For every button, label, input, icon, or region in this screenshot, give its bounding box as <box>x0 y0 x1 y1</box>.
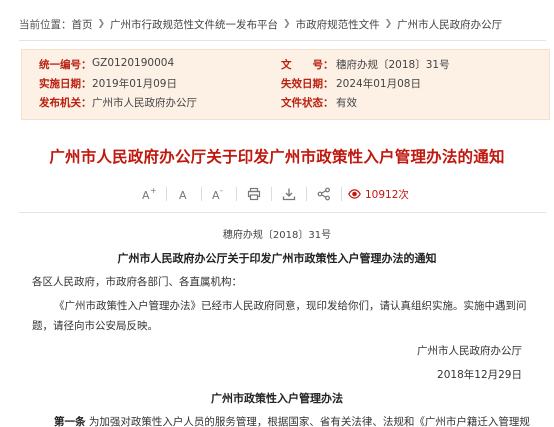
issuer-label: 发布机关： <box>39 97 92 109</box>
font-reset-button[interactable]: A <box>167 184 201 204</box>
paragraph-line: 《广州市政策性入户管理办法》已经市人民政府同意，现印发给你们，请认真组织实施。实… <box>54 300 527 312</box>
breadcrumb-divider <box>19 40 546 41</box>
status-label: 文件状态： <box>281 97 334 109</box>
download-button[interactable] <box>272 184 306 204</box>
metadata-row: 发布机关： 广州市人民政府办公厅 文件状态： 有效 <box>22 95 549 113</box>
print-button[interactable] <box>237 184 271 204</box>
article-line: 第一条 为加强对政策性入户人员的服务管理，根据国家、省有关法律、法规和《广州市户… <box>54 414 530 427</box>
svg-text:+: + <box>150 187 157 195</box>
view-count: 10912次 <box>348 187 409 202</box>
breadcrumb-category-link[interactable]: 市政府规范性文件 <box>296 17 380 32</box>
breadcrumb-separator-icon: ❯ <box>97 19 106 29</box>
paragraph-line: 题，请径向市公安局反映。 <box>32 320 158 332</box>
article-text: 为加强对政策性入户人员的服务管理，根据国家、省有关法律、法规和《广州市户籍迁入管… <box>88 416 530 427</box>
font-decrease-button[interactable]: A- <box>202 184 236 204</box>
metadata-row: 实施日期： 2019年01月09日 失效日期： 2024年01月08日 <box>22 76 549 94</box>
printer-icon <box>247 187 261 201</box>
status-value: 有效 <box>336 97 357 109</box>
download-icon <box>282 188 296 201</box>
effective-date-value: 2019年01月09日 <box>92 78 177 90</box>
document-metadata-panel: 统一编号： GZ0120190004 文 号： 穗府办规〔2018〕31号 实施… <box>21 49 550 120</box>
toolbar-divider <box>341 187 342 201</box>
notice-title: 广州市人民政府办公厅关于印发广州市政策性入户管理办法的通知 <box>117 252 437 265</box>
share-button[interactable] <box>307 184 341 204</box>
font-increase-icon: A + <box>142 187 157 201</box>
document-number-value: 穗府办规〔2018〕31号 <box>336 59 450 71</box>
article-label: 第一条 <box>54 416 86 427</box>
eye-icon <box>348 189 361 199</box>
svg-text:A: A <box>142 189 150 201</box>
view-count-value: 10912次 <box>365 188 409 201</box>
article-toolbar: A + A A- 10912次 <box>132 184 409 204</box>
signature: 广州市人民政府办公厅 <box>417 345 522 357</box>
breadcrumb-office-link[interactable]: 广州市人民政府办公厅 <box>397 17 502 32</box>
breadcrumb-home-link[interactable]: 首页 <box>72 17 93 32</box>
effective-date-label: 实施日期： <box>39 78 92 90</box>
expiry-date-label: 失效日期： <box>281 78 334 90</box>
expiry-date-value: 2024年01月08日 <box>336 78 421 90</box>
font-reset-icon: A <box>179 189 187 201</box>
document-number: 穗府办规〔2018〕31号 <box>222 230 332 241</box>
document-number-label: 文 号： <box>281 59 334 71</box>
addressee-line: 各区人民政府，市政府各部门、各直属机构： <box>32 276 242 288</box>
serial-number-value: GZ0120190004 <box>92 57 175 69</box>
svg-text:A: A <box>212 189 220 201</box>
toolbar-divider-line <box>19 212 546 213</box>
signature-date: 2018年12月29日 <box>437 369 522 381</box>
breadcrumb-platform-link[interactable]: 广州市行政规范性文件统一发布平台 <box>110 17 278 32</box>
issuer-value: 广州市人民政府办公厅 <box>92 97 197 109</box>
metadata-row: 统一编号： GZ0120190004 文 号： 穗府办规〔2018〕31号 <box>22 57 549 75</box>
page-title: 广州市人民政府办公厅关于印发广州市政策性入户管理办法的通知 <box>49 148 505 166</box>
font-increase-button[interactable]: A + <box>132 184 166 204</box>
svg-text:A: A <box>179 189 187 201</box>
share-icon <box>317 187 330 201</box>
breadcrumb-separator-icon: ❯ <box>283 19 291 29</box>
serial-number-label: 统一编号： <box>39 59 92 71</box>
font-decrease-icon: A- <box>212 187 223 201</box>
breadcrumb-prefix: 当前位置： <box>19 18 72 31</box>
breadcrumb-separator-icon: ❯ <box>384 19 393 29</box>
section-title: 广州市政策性入户管理办法 <box>211 392 343 405</box>
breadcrumb: 当前位置： 首页 ❯ 广州市行政规范性文件统一发布平台 ❯ 市政府规范性文件 ❯… <box>19 15 502 33</box>
svg-text:-: - <box>220 187 223 195</box>
